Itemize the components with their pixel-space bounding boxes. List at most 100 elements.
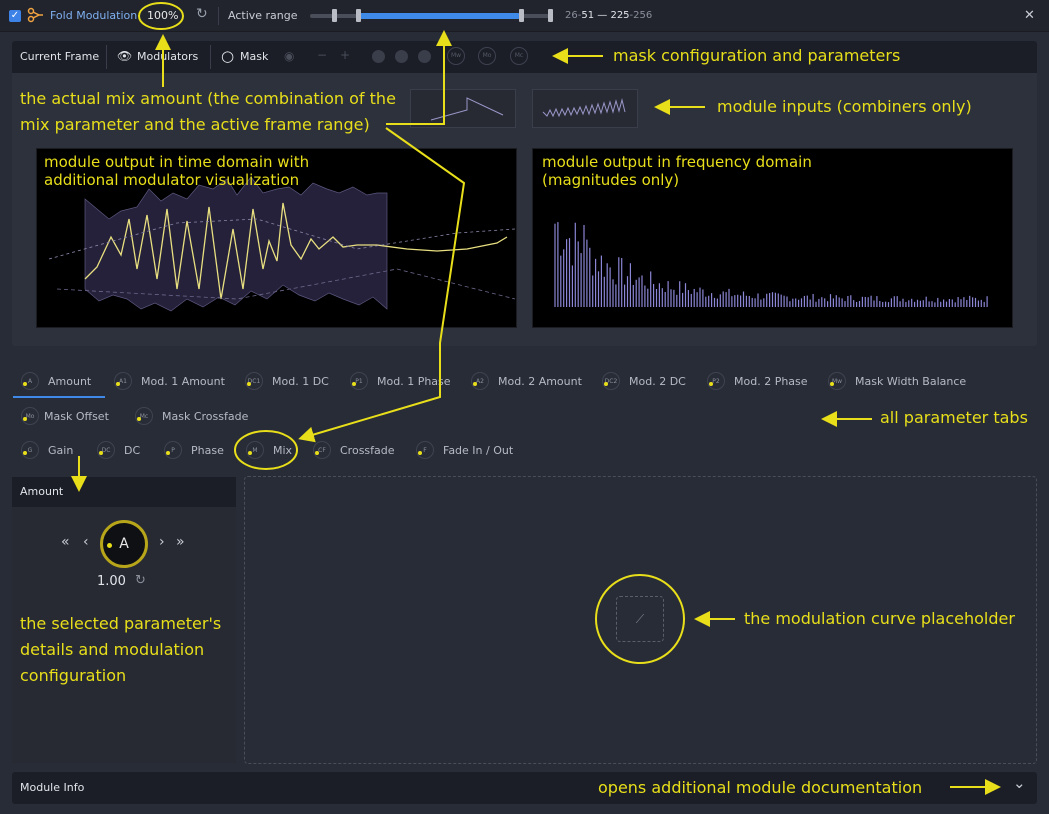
mask-toggle-icon: ○	[221, 47, 235, 65]
tab-label: Mask Crossfade	[162, 409, 249, 423]
mod2-dc-knob-icon: DC2	[602, 372, 620, 390]
mod1-phase-knob-icon: P1	[350, 372, 368, 390]
range-min-handle[interactable]	[332, 9, 337, 22]
fold-modulation-icon	[27, 7, 45, 27]
tab-mod1-amount[interactable]: A1 Mod. 1 Amount	[114, 371, 225, 391]
range-start-low: 26	[565, 10, 578, 21]
annotation-docs: opens additional module documentation	[598, 778, 923, 797]
tab-current-frame[interactable]: Current Frame	[20, 50, 99, 63]
first-parameter-icon[interactable]: «	[61, 534, 70, 550]
divider	[218, 7, 219, 25]
tab-label: Mask Width Balance	[855, 374, 967, 388]
last-parameter-icon[interactable]: »	[176, 534, 185, 550]
range-end: 225	[610, 10, 630, 21]
tab-mask-width-balance[interactable]: Mw Mask Width Balance	[828, 371, 966, 391]
mod2-phase-knob-icon: P2	[707, 372, 725, 390]
tab-phase[interactable]: P Phase	[164, 440, 224, 460]
tab-label: Mod. 1 Phase	[377, 374, 451, 388]
module-input-thumbnail[interactable]	[410, 89, 516, 128]
reset-icon[interactable]: ↻	[135, 573, 146, 588]
range-end-handle[interactable]	[519, 9, 525, 22]
mix-knob-icon: M	[246, 441, 264, 459]
dc-knob-icon: DC	[97, 441, 115, 459]
tab-fade-in-out[interactable]: F Fade In / Out	[416, 440, 513, 460]
module-info-title: Module Info	[20, 781, 85, 794]
tab-label: Mod. 2 Amount	[498, 374, 582, 388]
tab-crossfade[interactable]: CF Crossfade	[313, 440, 395, 460]
mask-crossfade-knob: Mc	[510, 47, 528, 65]
annotation-tabs: all parameter tabs	[880, 408, 1028, 427]
tab-mod2-dc[interactable]: DC2 Mod. 2 DC	[602, 371, 686, 391]
tab-modulators[interactable]: Modulators	[137, 50, 198, 63]
tab-mod2-amount[interactable]: A2 Mod. 2 Amount	[471, 371, 582, 391]
amount-knob-label: A	[119, 536, 129, 552]
plus-icon: +	[340, 48, 351, 62]
previous-parameter-icon[interactable]: ‹	[83, 534, 89, 550]
active-range-fill	[358, 13, 522, 19]
range-max-handle[interactable]	[548, 9, 553, 22]
eye-icon: ◉	[284, 49, 295, 63]
tab-label: Crossfade	[340, 443, 395, 457]
tab-label: Mix	[273, 443, 293, 457]
tab-label: Amount	[48, 374, 92, 388]
range-start: 51	[581, 10, 595, 21]
mask-width-knob: Mw	[447, 47, 465, 65]
tab-label: Mod. 1 DC	[272, 374, 329, 388]
annotation-mix-line2: mix parameter and the active frame range…	[20, 115, 370, 134]
parameter-value[interactable]: 1.00	[97, 574, 126, 589]
annotation-inputs: module inputs (combiners only)	[717, 97, 972, 116]
close-icon[interactable]: ✕	[1024, 8, 1035, 23]
minus-icon: −	[317, 48, 328, 62]
range-separator: —	[597, 10, 608, 21]
active-range-values: 26-51 — 225-256	[565, 10, 653, 21]
check-icon	[395, 50, 408, 63]
tab-mask-crossfade[interactable]: Mc Mask Crossfade	[135, 406, 248, 426]
mix-amount-value: 100%	[147, 9, 179, 22]
mask-offset-knob: Mo	[478, 47, 496, 65]
next-parameter-icon[interactable]: ›	[159, 534, 165, 550]
annotation-details-line2: details and modulation	[20, 640, 205, 659]
tab-amount[interactable]: A Amount	[21, 371, 91, 391]
annotation-freq-line2: (magnitudes only)	[542, 171, 680, 189]
annotation-details-line1: the selected parameter's	[20, 614, 222, 633]
check-icon	[418, 50, 431, 63]
tab-mask-offset[interactable]: Mo Mask Offset	[21, 406, 109, 426]
gain-knob-icon: G	[21, 441, 39, 459]
tab-mix[interactable]: M Mix	[246, 440, 292, 460]
check-icon	[372, 50, 385, 63]
annotation-details-line3: configuration	[20, 666, 127, 685]
annotation-freq-line1: module output in frequency domain	[542, 153, 812, 171]
crossfade-knob-icon: CF	[313, 441, 331, 459]
eye-icon: 👁	[117, 49, 133, 63]
tab-label: DC	[124, 443, 141, 457]
amount-knob-icon: A	[21, 372, 39, 390]
fade-knob-icon: F	[416, 441, 434, 459]
tab-dc[interactable]: DC DC	[97, 440, 140, 460]
tab-label: Mod. 2 Phase	[734, 374, 808, 388]
tab-mod1-dc[interactable]: DC1 Mod. 1 DC	[245, 371, 329, 391]
tab-mask[interactable]: Mask	[240, 50, 268, 63]
divider	[210, 45, 211, 69]
range-end-high: 256	[633, 10, 653, 21]
annotation-time-line2: additional modulator visualization	[44, 171, 300, 189]
tab-label: Mod. 1 Amount	[141, 374, 225, 388]
chart-icon[interactable]: ⟋	[616, 596, 664, 642]
amount-knob[interactable]: A	[100, 520, 148, 568]
phase-knob-icon: P	[164, 441, 182, 459]
annotation-curve: the modulation curve placeholder	[744, 609, 1015, 628]
tab-mod1-phase[interactable]: P1 Mod. 1 Phase	[350, 371, 451, 391]
tab-label: Mod. 2 DC	[629, 374, 686, 388]
tab-gain[interactable]: G Gain	[21, 440, 73, 460]
reset-icon[interactable]: ↻	[196, 6, 208, 22]
module-input-thumbnail[interactable]	[532, 89, 638, 128]
active-tab-indicator	[13, 396, 105, 398]
divider	[106, 45, 107, 69]
chevron-down-icon[interactable]: ⌄	[1013, 774, 1026, 792]
mod2-amount-knob-icon: A2	[471, 372, 489, 390]
tab-label: Mask Offset	[44, 409, 109, 423]
mask-width-knob-icon: Mw	[828, 372, 846, 390]
range-start-handle[interactable]	[356, 9, 361, 22]
tab-mod2-phase[interactable]: P2 Mod. 2 Phase	[707, 371, 808, 391]
mod1-amount-knob-icon: A1	[114, 372, 132, 390]
module-enabled-checkbox[interactable]: ✓	[9, 10, 21, 22]
